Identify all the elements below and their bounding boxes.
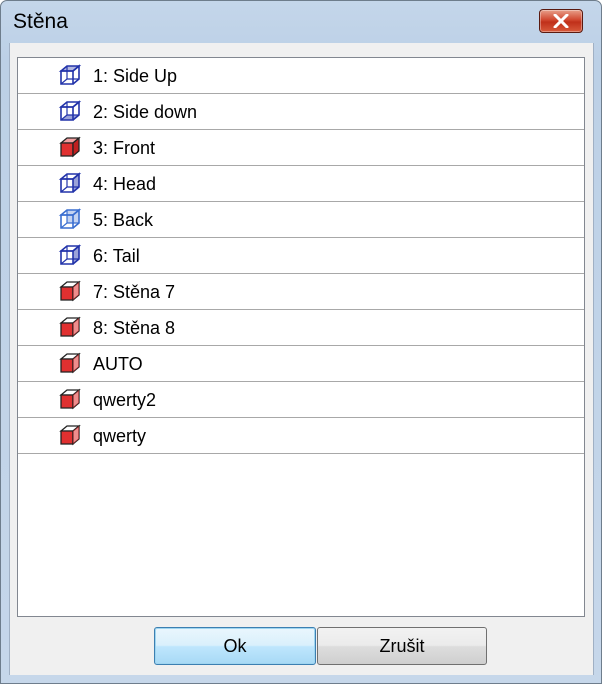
- list-item[interactable]: 5: Back: [18, 202, 584, 238]
- wall-listbox[interactable]: 1: Side Up 2: Side down 3: Front 4: Head 5: …: [17, 57, 585, 617]
- box-wire-top-icon: [58, 63, 82, 87]
- close-button[interactable]: [539, 9, 583, 33]
- list-item-label: 6: Tail: [93, 246, 140, 266]
- title-bar[interactable]: Stěna: [1, 1, 601, 41]
- list-item-label: 8: Stěna 8: [93, 318, 176, 338]
- ok-button[interactable]: Ok: [154, 627, 316, 665]
- list-item[interactable]: 7: Stěna 7: [18, 274, 584, 310]
- list-item-label: qwerty: [93, 426, 147, 446]
- box-front-red-icon: [58, 135, 82, 159]
- box-red-icon: [58, 423, 82, 447]
- list-item-label: 5: Back: [93, 210, 154, 230]
- list-item-label: 7: Stěna 7: [93, 282, 176, 302]
- close-icon: [553, 14, 569, 28]
- list-item-label: qwerty2: [93, 390, 157, 410]
- box-red-icon: [58, 315, 82, 339]
- list-item[interactable]: 3: Front: [18, 130, 584, 166]
- box-wire-bottom-icon: [58, 99, 82, 123]
- box-red-icon: [58, 279, 82, 303]
- cancel-button[interactable]: Zrušit: [317, 627, 487, 665]
- list-item-label: 3: Front: [93, 138, 156, 158]
- list-item-label: 4: Head: [93, 174, 157, 194]
- list-item[interactable]: 4: Head: [18, 166, 584, 202]
- list-item[interactable]: AUTO: [18, 346, 584, 382]
- list-item-label: 1: Side Up: [93, 66, 178, 86]
- list-item[interactable]: 6: Tail: [18, 238, 584, 274]
- window-title: Stěna: [13, 10, 68, 33]
- list-item[interactable]: 2: Side down: [18, 94, 584, 130]
- box-wire-back-icon: [58, 207, 82, 231]
- dialog-client-area: 1: Side Up 2: Side down 3: Front 4: Head 5: …: [9, 43, 594, 675]
- box-wire-side-icon: [58, 171, 82, 195]
- box-red-icon: [58, 387, 82, 411]
- box-red-icon: [58, 351, 82, 375]
- box-wire-side-icon: [58, 243, 82, 267]
- list-item[interactable]: qwerty: [18, 418, 584, 454]
- list-item-label: AUTO: [93, 354, 143, 374]
- list-item[interactable]: 8: Stěna 8: [18, 310, 584, 346]
- list-item-label: 2: Side down: [93, 102, 198, 122]
- list-item[interactable]: qwerty2: [18, 382, 584, 418]
- list-item[interactable]: 1: Side Up: [18, 58, 584, 94]
- dialog-window: Stěna 1: Side Up 2: Side down 3: Front 4: H…: [0, 0, 602, 684]
